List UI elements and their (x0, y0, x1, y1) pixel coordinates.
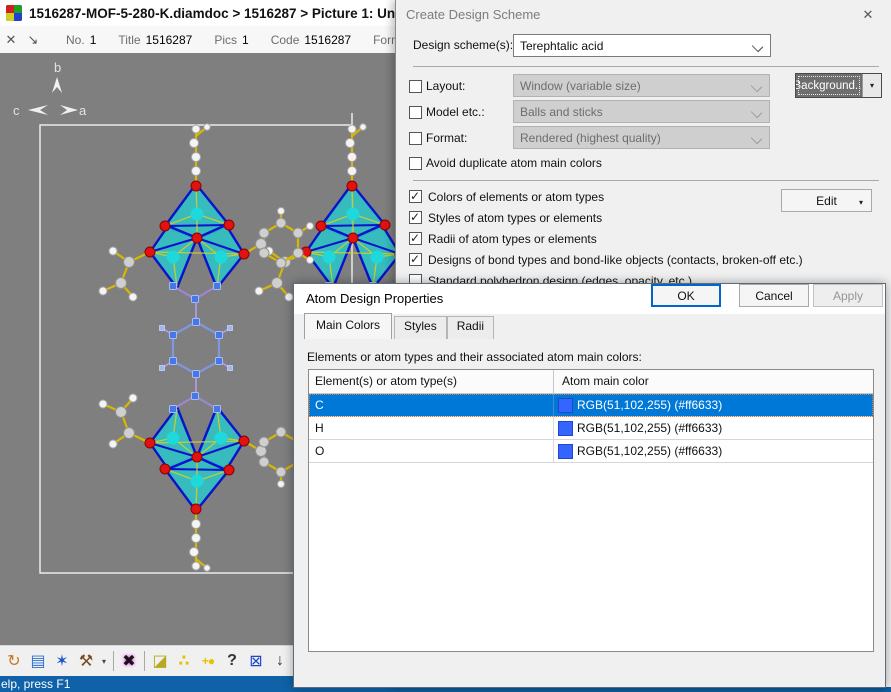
record-field-code: Code 1516287 (271, 33, 351, 47)
background-dropdown-icon[interactable]: ▾ (862, 74, 881, 97)
atom-design-properties-dialog: Atom Design Properties ✕ Main Colors Sty… (293, 283, 886, 688)
axis-c-label: c (13, 103, 20, 118)
table-header: Element(s) or atom type(s) Atom main col… (309, 370, 873, 394)
option-styles: Styles of atom types or elements (409, 211, 789, 225)
styles-checkbox[interactable] (409, 211, 422, 224)
design-scheme-combobox[interactable]: Terephtalic acid (513, 34, 771, 57)
avoid-duplicate-row: Avoid duplicate atom main colors (409, 156, 602, 170)
ring-molecule (160, 302, 233, 394)
layout-combobox: Window (variable size) (513, 74, 770, 97)
tab-styles[interactable]: Styles (394, 316, 447, 339)
tab-bar: Main Colors Styles Radii (304, 316, 494, 339)
assign-design-icon[interactable]: ▤ (26, 649, 50, 673)
eraser-icon[interactable]: ◪ (148, 649, 172, 673)
window-title: 1516287-MOF-5-280-K.diamdoc > 1516287 > … (29, 6, 415, 21)
color-swatch (558, 398, 573, 413)
format-row: Format: (409, 131, 467, 145)
format-checkbox[interactable] (409, 132, 422, 145)
close-record-icon[interactable]: ✕ (0, 32, 22, 48)
layout-checkbox[interactable] (409, 80, 422, 93)
table-row-h[interactable]: H RGB(51,102,255) (#ff6633) (309, 417, 873, 440)
model-checkbox[interactable] (409, 106, 422, 119)
tab-radii[interactable]: Radii (447, 316, 494, 339)
bond-designs-checkbox[interactable] (409, 253, 422, 266)
option-radii: Radii of atom types or elements (409, 232, 789, 246)
dialog-title: Atom Design Properties (306, 291, 443, 306)
add-atoms-icon[interactable]: ∴ (172, 649, 196, 673)
close-icon[interactable]: ✕ (853, 4, 883, 26)
build-tool-icon[interactable]: ⚒ (74, 649, 98, 673)
layout-row: Layout: (409, 79, 465, 93)
update-icon[interactable]: ↻ (2, 649, 26, 673)
insert-below-icon[interactable]: ↓ (268, 649, 292, 673)
radii-checkbox[interactable] (409, 232, 422, 245)
table-description: Elements or atom types and their associa… (307, 350, 642, 364)
separator (413, 66, 879, 67)
chevron-down-icon (752, 41, 763, 52)
background-split-button: Background... ▾ (795, 73, 882, 98)
build-dropdown-icon[interactable]: ▾ (98, 649, 110, 673)
color-swatch (558, 444, 573, 459)
separator (413, 180, 879, 181)
dialog-title: Create Design Scheme (406, 7, 540, 22)
app-icon (6, 5, 22, 21)
fragment-query-icon[interactable]: ? (220, 649, 244, 673)
tab-main-colors[interactable]: Main Colors (304, 313, 392, 339)
record-field-pics: Pics 1 (214, 33, 248, 47)
edit-button[interactable]: Edit ▾ (781, 189, 872, 212)
toolbar-separator (113, 651, 114, 671)
background-button[interactable]: Background... (796, 74, 862, 97)
model-combobox: Balls and sticks (513, 100, 770, 123)
chevron-down-icon (751, 133, 762, 144)
chevron-down-icon (751, 107, 762, 118)
table-row-c[interactable]: C RGB(51,102,255) (#ff6633) (309, 394, 873, 417)
option-colors: Colors of elements or atom types (409, 190, 789, 204)
record-field-no: No. 1 (66, 33, 96, 47)
apply-button: Apply (813, 284, 883, 307)
screen: 1516287-MOF-5-280-K.diamdoc > 1516287 > … (0, 0, 891, 692)
header-element[interactable]: Element(s) or atom type(s) (309, 370, 554, 393)
table-row-o[interactable]: O RGB(51,102,255) (#ff6633) (309, 440, 873, 463)
chevron-down-icon (751, 81, 762, 92)
edit-dropdown-icon: ▾ (859, 198, 863, 207)
toolbar-separator (144, 651, 145, 671)
axis-indicator: b c a (13, 60, 87, 118)
design-scheme-label: Design scheme(s): (413, 38, 513, 52)
color-swatch (558, 421, 573, 436)
destroy-icon[interactable]: ✖ (117, 649, 141, 673)
ok-button[interactable]: OK (651, 284, 721, 307)
avoid-duplicate-checkbox[interactable] (409, 157, 422, 170)
wizard-icon[interactable]: ✶ (50, 649, 74, 673)
add-atom-icon[interactable]: +● (196, 649, 220, 673)
header-color[interactable]: Atom main color (554, 370, 873, 393)
atom-color-table: Element(s) or atom type(s) Atom main col… (308, 369, 874, 652)
status-text: elp, press F1 (1, 677, 70, 691)
colors-checkbox[interactable] (409, 190, 422, 203)
model-row: Model etc.: (409, 105, 485, 119)
axis-a-label: a (79, 103, 87, 118)
option-bond-designs: Designs of bond types and bond-like obje… (409, 253, 859, 267)
cancel-button[interactable]: Cancel (739, 284, 809, 307)
record-field-title: Title 1516287 (118, 33, 192, 47)
expand-record-icon[interactable]: ↘ (22, 32, 44, 48)
polyhedra-icon[interactable]: ⊠ (244, 649, 268, 673)
axis-b-label: b (54, 60, 61, 75)
format-combobox: Rendered (highest quality) (513, 126, 770, 149)
